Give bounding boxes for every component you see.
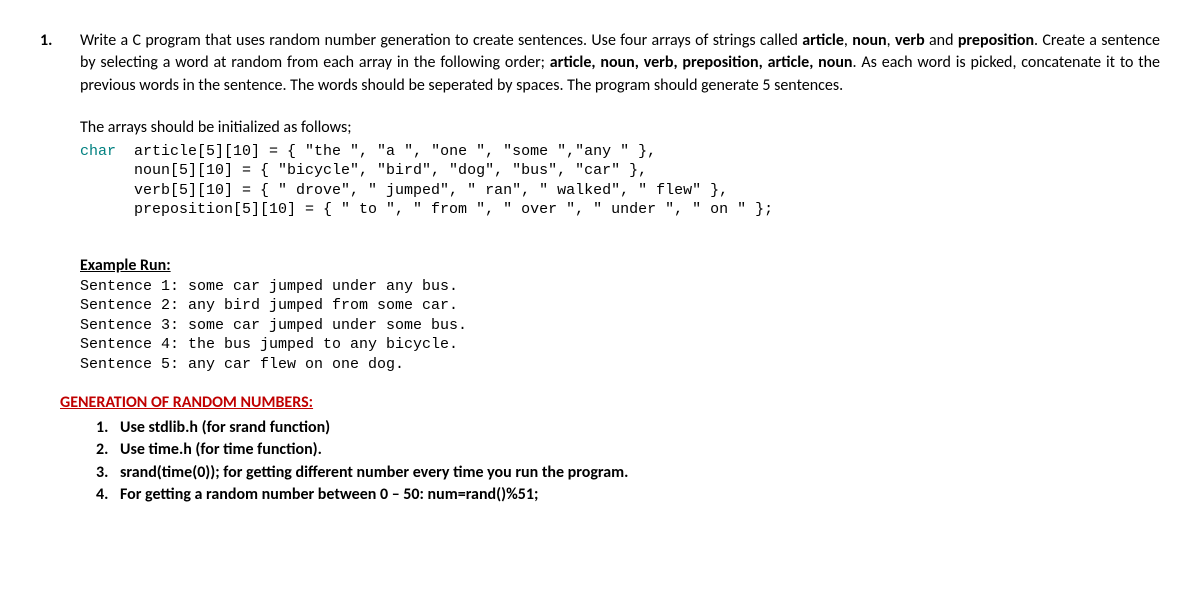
generation-item: For getting a random number between 0 – …	[112, 484, 1160, 506]
example-line: Sentence 4: the bus jumped to any bicycl…	[80, 335, 1160, 355]
arrays-section: The arrays should be initialized as foll…	[80, 117, 1160, 219]
example-output: Sentence 1: some car jumped under any bu…	[80, 277, 1160, 375]
q-text-d: and	[925, 31, 958, 50]
example-line: Sentence 2: any bird jumped from some ca…	[80, 296, 1160, 316]
example-title: Example Run:	[80, 255, 1160, 277]
generation-item: Use stdlib.h (for srand function)	[112, 417, 1160, 439]
code-line-1: article[5][10] = { "the ", "a ", "one ",…	[116, 143, 656, 160]
question-row: 1. Write a C program that uses random nu…	[40, 30, 1160, 97]
generation-section: GENERATION OF RANDOM NUMBERS: Use stdlib…	[60, 392, 1160, 506]
q-text-b: ,	[844, 31, 852, 50]
generation-title: GENERATION OF RANDOM NUMBERS:	[60, 392, 1160, 414]
q-bold-article: article	[802, 31, 844, 50]
arrays-title: The arrays should be initialized as foll…	[80, 117, 1160, 139]
q-text-a: Write a C program that uses random numbe…	[80, 31, 802, 50]
generation-item: Use time.h (for time function).	[112, 439, 1160, 461]
generation-item: srand(time(0)); for getting different nu…	[112, 462, 1160, 484]
example-section: Example Run: Sentence 1: some car jumped…	[80, 255, 1160, 375]
generation-list: Use stdlib.h (for srand function) Use ti…	[112, 417, 1160, 507]
question-number: 1.	[40, 30, 62, 97]
q-bold-preposition: preposition	[958, 31, 1034, 50]
example-line: Sentence 5: any car flew on one dog.	[80, 355, 1160, 375]
code-line-4: preposition[5][10] = { " to ", " from ",…	[80, 201, 773, 218]
q-bold-order: article, noun, verb, preposition, articl…	[550, 53, 853, 72]
keyword-char: char	[80, 143, 116, 160]
q-text-c: ,	[887, 31, 895, 50]
example-line: Sentence 1: some car jumped under any bu…	[80, 277, 1160, 297]
q-bold-noun: noun	[852, 31, 886, 50]
q-bold-verb: verb	[895, 31, 925, 50]
code-line-3: verb[5][10] = { " drove", " jumped", " r…	[80, 182, 728, 199]
question-text: Write a C program that uses random numbe…	[80, 30, 1160, 97]
code-block: char article[5][10] = { "the ", "a ", "o…	[80, 142, 1160, 220]
example-line: Sentence 3: some car jumped under some b…	[80, 316, 1160, 336]
code-line-2: noun[5][10] = { "bicycle", "bird", "dog"…	[80, 162, 647, 179]
